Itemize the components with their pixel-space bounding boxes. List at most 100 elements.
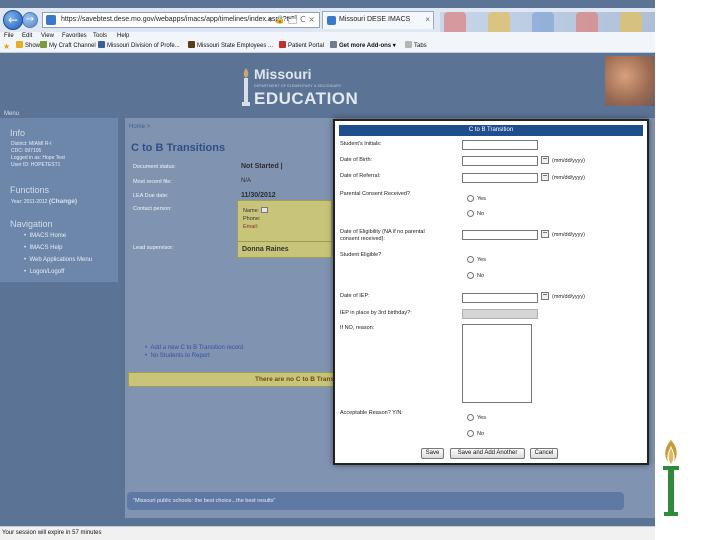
dob-input[interactable]: [462, 156, 538, 166]
dese-logo: Missouri DEPARTMENT OF ELEMENTARY & SECO…: [240, 64, 370, 110]
favorites-bar: ★ Shows My Craft Channel Missouri Divisi…: [0, 41, 655, 53]
favorites-star-icon[interactable]: ★: [3, 41, 10, 52]
info-heading: Info: [10, 128, 26, 138]
eligible-label: Student Eligible?: [340, 252, 382, 258]
browser-window: ← → https://savebtest.dese.mo.gov/webapp…: [0, 0, 655, 540]
url-text: https://savebtest.dese.mo.gov/webapps/im…: [61, 16, 289, 23]
toolbar-decoration: [440, 12, 655, 34]
info-user-id: User ID: HOPETEST1: [11, 162, 61, 168]
acceptable-label: Acceptable Reason? Y/N:: [340, 410, 403, 416]
menu-file[interactable]: File: [4, 32, 14, 40]
decor-icon: [444, 12, 466, 34]
iep-by-3-field: [462, 309, 538, 319]
initials-input[interactable]: [462, 140, 538, 150]
radio-icon: [467, 256, 474, 263]
eligible-yes-radio[interactable]: Yes: [467, 256, 486, 263]
eligible-no-radio[interactable]: No: [467, 272, 484, 279]
radio-icon: [467, 414, 474, 421]
contact-name-label: Name:: [243, 208, 260, 214]
link-label: No Students to Report: [150, 353, 210, 359]
decor-icon: [488, 12, 510, 34]
no-students-link[interactable]: • No Students to Report: [145, 353, 210, 359]
decor-icon: [620, 12, 642, 34]
browser-tab[interactable]: Missouri DESE IMACS ×: [322, 11, 434, 29]
favorite-link[interactable]: Missouri State Employees ...: [188, 41, 273, 52]
save-add-another-button[interactable]: Save and Add Another: [450, 448, 525, 459]
referral-input[interactable]: [462, 173, 538, 183]
edit-contact-icon[interactable]: [260, 207, 268, 213]
navigation-heading: Navigation: [10, 219, 53, 229]
decor-icon: [532, 12, 554, 34]
iep-date-input[interactable]: [462, 293, 538, 303]
change-year-link[interactable]: (Change): [49, 198, 77, 205]
referral-calendar-icon[interactable]: [541, 173, 549, 181]
menu-tools[interactable]: Tools: [93, 32, 107, 40]
nav-imacs-help[interactable]: • IMACS Help: [24, 245, 62, 251]
nav-label: Logon/Logoff: [29, 269, 65, 275]
address-tools-icon[interactable]: ▾ 🔒 🗂 C ×: [268, 13, 315, 27]
favorite-link[interactable]: Get more Add-ons ▾: [330, 41, 396, 52]
nav-web-apps-menu[interactable]: • Web Applications Menu: [24, 257, 92, 263]
acceptable-yes-radio[interactable]: Yes: [467, 414, 486, 421]
recent-file-value: N/A: [241, 178, 252, 184]
favorite-label: My Craft Channel: [49, 43, 96, 49]
empty-message: There are no C to B Transitions: [128, 372, 338, 387]
menu-edit[interactable]: Edit: [22, 32, 32, 40]
nav-imacs-home[interactable]: • IMACS Home: [24, 233, 66, 239]
transition-dialog: C to B Transition Student's Initials: Da…: [333, 119, 649, 465]
favorite-link[interactable]: My Craft Channel: [40, 41, 96, 52]
reason-textarea[interactable]: [462, 324, 532, 403]
favorite-label: Patient Portal: [288, 43, 325, 49]
address-bar[interactable]: https://savebtest.dese.mo.gov/webapps/im…: [42, 12, 320, 28]
iep-calendar-icon[interactable]: [541, 292, 549, 300]
menu-favorites[interactable]: Favorites: [62, 32, 87, 40]
dob-calendar-icon[interactable]: [541, 156, 549, 164]
favorite-link[interactable]: Shows: [16, 41, 43, 52]
consent-yes-radio[interactable]: Yes: [467, 195, 486, 202]
acceptable-no-radio[interactable]: No: [467, 430, 484, 437]
save-button[interactable]: Save: [421, 448, 444, 459]
forward-button[interactable]: →: [22, 12, 38, 28]
favorite-link[interactable]: Missouri Division of Profe...: [98, 41, 180, 52]
screen: ← → https://savebtest.dese.mo.gov/webapp…: [0, 0, 720, 540]
eligibility-calendar-icon[interactable]: [541, 230, 549, 238]
eligibility-label-line: consent received):: [340, 236, 385, 242]
consent-label: Parental Consent Received?: [340, 191, 411, 197]
reason-label: If NO, reason:: [340, 325, 375, 331]
nav-logon-logoff[interactable]: • Logon/Logoff: [24, 269, 64, 275]
tab-favicon-icon: [327, 16, 336, 25]
radio-icon: [467, 272, 474, 279]
referral-label: Date of Referral:: [340, 173, 381, 179]
back-button[interactable]: ←: [3, 10, 23, 30]
tab-close-icon[interactable]: ×: [425, 12, 430, 28]
menu-view[interactable]: View: [41, 32, 54, 40]
tab-title: Missouri DESE IMACS: [339, 16, 411, 23]
dob-label: Date of Birth:: [340, 157, 373, 163]
favorite-link[interactable]: Tabs: [405, 41, 427, 52]
favorite-link[interactable]: Patient Portal: [279, 41, 324, 52]
link-label: Add a new C to B Transition record: [150, 345, 244, 351]
doc-status-value: Not Started |: [241, 163, 283, 170]
dialog-title: C to B Transition: [339, 125, 643, 136]
supervisor-value: Donna Raines: [237, 241, 332, 258]
recent-file-label: Most recent file:: [133, 179, 172, 185]
radio-label: Yes: [477, 415, 486, 421]
contact-name: Name:: [243, 207, 268, 214]
address-row: ← → https://savebtest.dese.mo.gov/webapp…: [0, 8, 655, 34]
favorite-icon: [188, 41, 195, 48]
menu-help[interactable]: Help: [117, 32, 129, 40]
logo-missouri-text: Missouri: [254, 66, 312, 82]
cancel-button[interactable]: Cancel: [530, 448, 558, 459]
radio-label: No: [477, 211, 485, 217]
add-record-link[interactable]: • Add a new C to B Transition record: [145, 345, 243, 351]
consent-no-radio[interactable]: No: [467, 210, 484, 217]
iep-by-3-label: IEP in place by 3rd birthday?:: [340, 310, 412, 316]
radio-icon: [467, 210, 474, 217]
iep-format: (mm/dd/yyyy): [552, 294, 585, 300]
info-district: District: MIAMI R-I: [11, 141, 52, 147]
breadcrumb[interactable]: Home >: [129, 124, 150, 130]
eligibility-date-input[interactable]: [462, 230, 538, 240]
due-date-label: LEA Due date:: [133, 193, 169, 199]
eligibility-label-line: Date of Eligibility (NA if no parental: [340, 229, 425, 235]
favorite-label: Tabs: [414, 43, 427, 49]
